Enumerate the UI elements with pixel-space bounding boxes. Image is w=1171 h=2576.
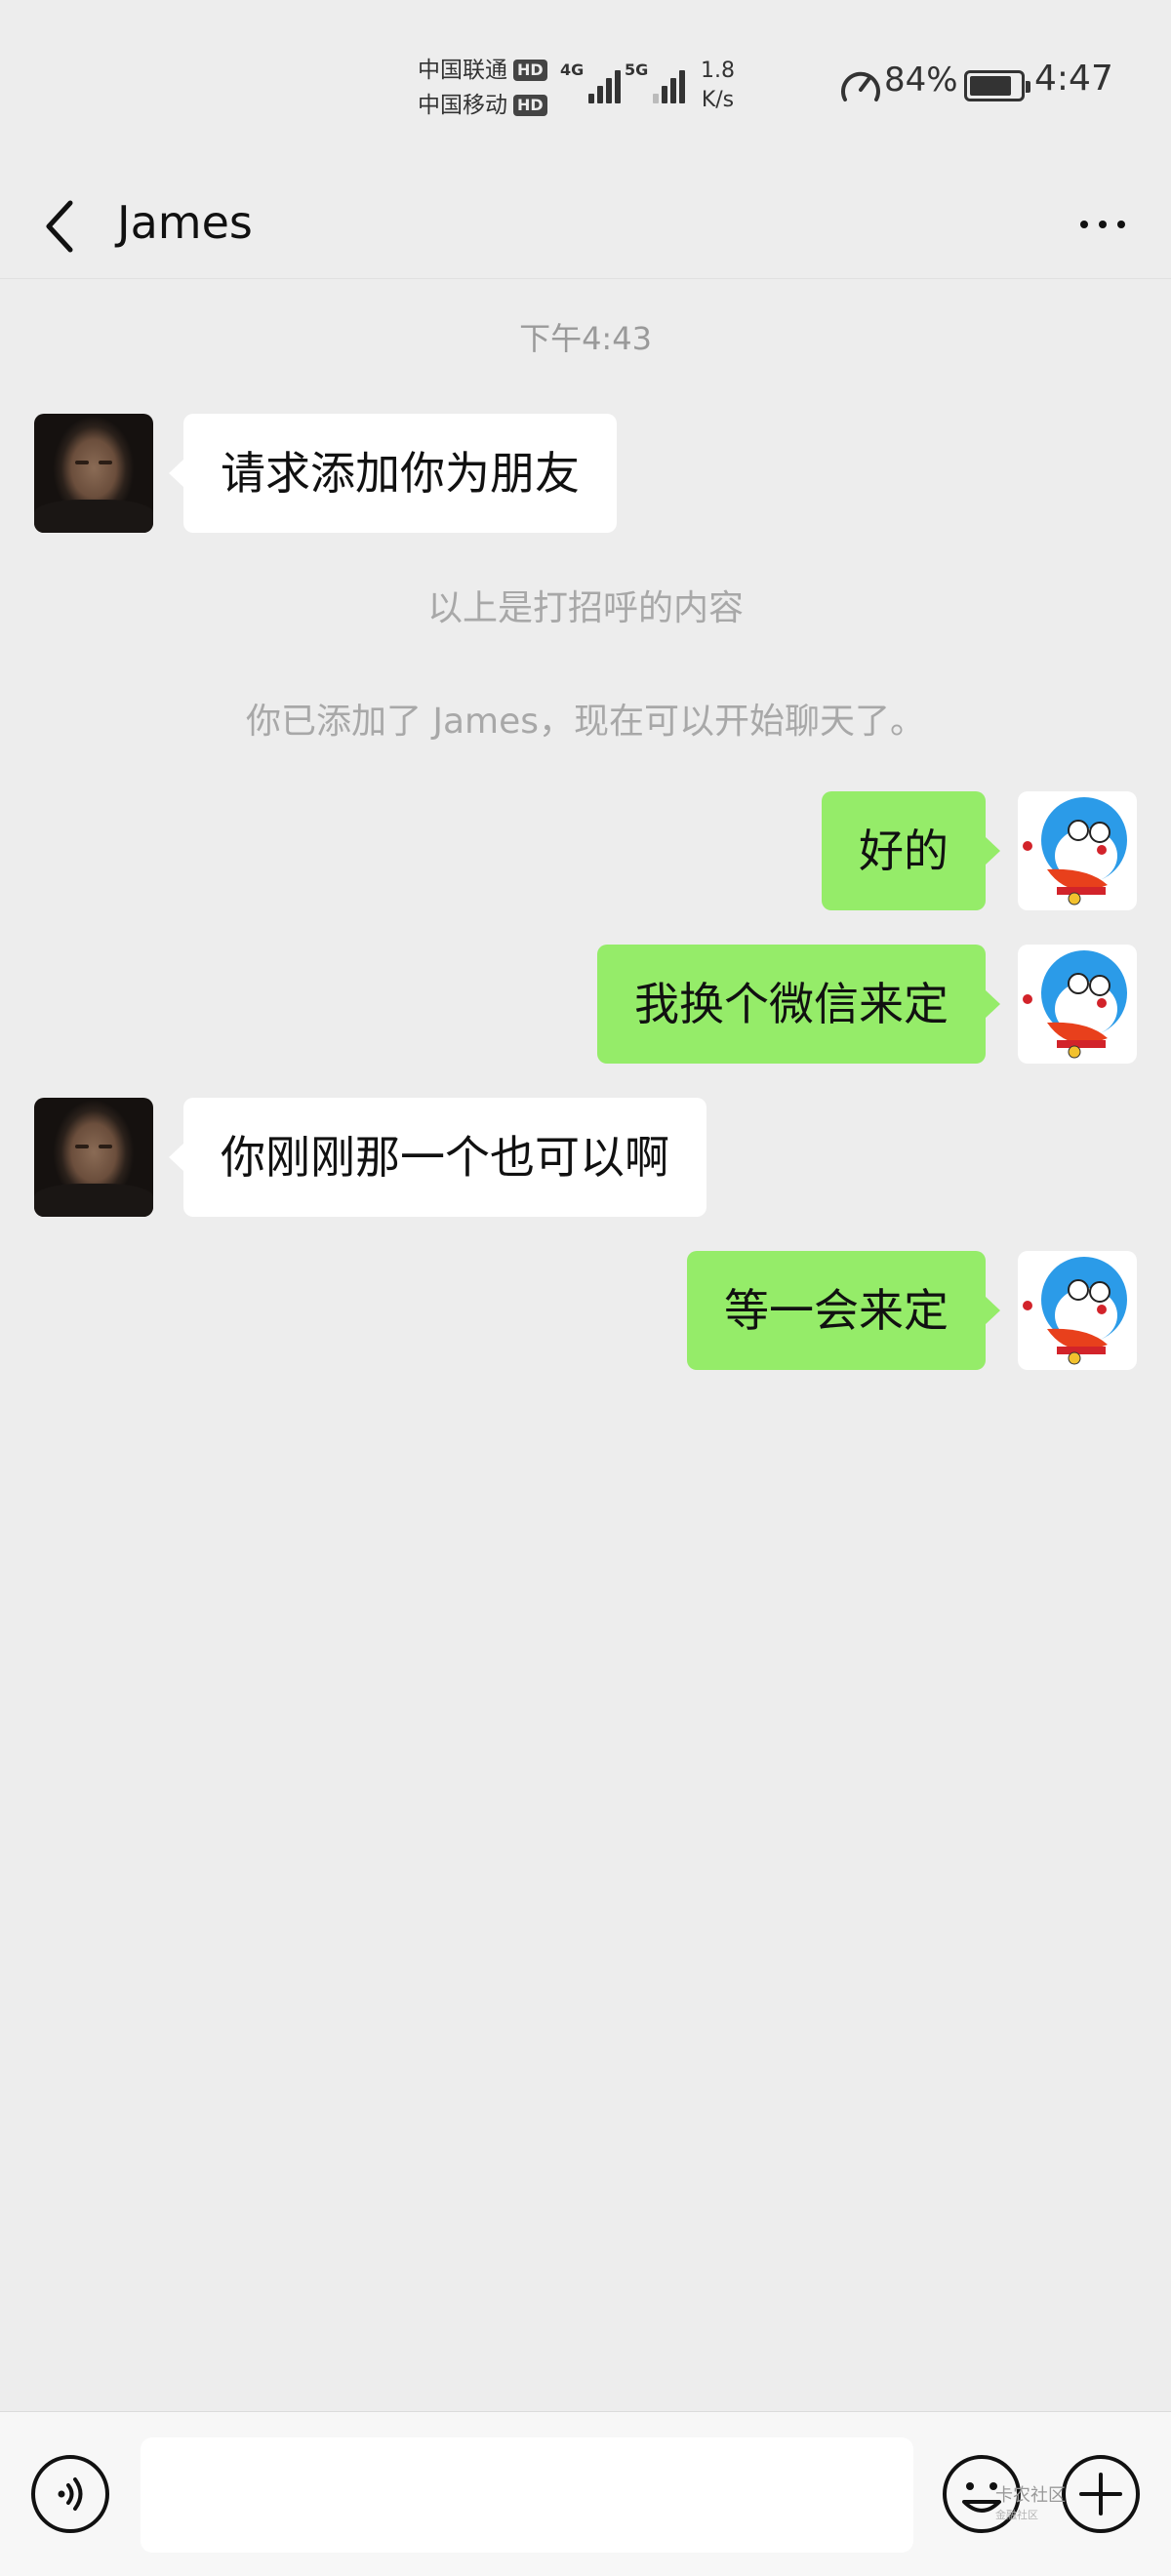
watermark-title: 卡农社区 — [995, 2485, 1066, 2506]
network-speed: 1.8 K/s — [701, 57, 735, 115]
message-row-sent: 好的 — [0, 791, 1171, 910]
plus-icon — [1062, 2455, 1140, 2533]
voice-icon — [31, 2455, 109, 2533]
message-timestamp: 下午4:43 — [519, 320, 652, 357]
battery-icon — [964, 70, 1030, 101]
hd-badge: HD — [513, 95, 547, 116]
message-row-sent: 我换个微信来定 — [0, 945, 1171, 1064]
voice-input-button[interactable] — [29, 2453, 111, 2535]
system-note: 以上是打招呼的内容 — [426, 588, 744, 628]
contact-avatar[interactable] — [34, 1098, 153, 1217]
speedometer-icon — [841, 71, 880, 101]
carrier-info: 中国联通 HD 中国移动 HD — [418, 53, 547, 123]
message-bubble-sent[interactable]: 我换个微信来定 — [597, 945, 1000, 1064]
message-row-received: 你刚刚那一个也可以啊 — [0, 1098, 1171, 1217]
doraemon-avatar-icon — [1023, 797, 1127, 906]
more-dots-icon — [1080, 221, 1088, 228]
message-row-received: 请求添加你为朋友 — [0, 414, 1171, 533]
carrier-name: 中国联通 — [418, 58, 507, 83]
my-avatar[interactable] — [1018, 791, 1137, 910]
chat-title: James — [117, 196, 253, 249]
status-bar: 中国联通 HD 中国移动 HD 4G 5G 1.8 K/s 84% 4:47 — [0, 0, 1171, 166]
network-type-label: 4G — [560, 60, 585, 79]
message-row-sent: 等一会来定 — [0, 1251, 1171, 1370]
message-list[interactable]: 下午4:43 请求添加你为朋友 以上是打招呼的内容 你已添加了 James，现在… — [0, 279, 1171, 2411]
signal-strength-icon: 5G — [625, 60, 686, 103]
system-note: 你已添加了 James，现在可以开始聊天了。 — [245, 702, 926, 742]
message-bubble-received[interactable]: 你刚刚那一个也可以啊 — [169, 1098, 707, 1217]
more-dots-icon — [1099, 221, 1107, 228]
doraemon-avatar-icon — [1023, 1257, 1127, 1365]
chevron-left-icon — [46, 200, 73, 253]
carrier-name: 中国移动 — [418, 93, 507, 118]
watermark: 卡农社区 金融社区 — [995, 2486, 1066, 2525]
network-type-label: 5G — [625, 60, 649, 79]
message-bubble-received[interactable]: 请求添加你为朋友 — [169, 414, 617, 533]
watermark-subtitle: 金融社区 — [995, 2509, 1038, 2521]
network-speed-value: 1.8 — [701, 59, 735, 83]
my-avatar[interactable] — [1018, 1251, 1137, 1370]
back-button[interactable] — [29, 185, 88, 267]
more-functions-button[interactable] — [1060, 2453, 1142, 2535]
my-avatar[interactable] — [1018, 945, 1137, 1064]
status-time: 4:47 — [1034, 59, 1113, 99]
more-dots-icon — [1117, 221, 1125, 228]
message-bubble-sent[interactable]: 等一会来定 — [687, 1251, 1000, 1370]
doraemon-avatar-icon — [1023, 950, 1127, 1059]
carrier-row: 中国联通 HD — [418, 53, 547, 88]
contact-avatar[interactable] — [34, 414, 153, 533]
battery-percent: 84% — [884, 60, 958, 100]
carrier-row: 中国移动 HD — [418, 88, 547, 123]
message-bubble-sent[interactable]: 好的 — [822, 791, 1000, 910]
hd-badge: HD — [513, 60, 547, 81]
chat-header: James — [0, 166, 1171, 279]
more-options-button[interactable] — [1064, 195, 1142, 254]
network-speed-unit: K/s — [701, 88, 735, 112]
battery-fill — [970, 76, 1011, 96]
signal-strength-icon: 4G — [560, 60, 622, 103]
message-input[interactable] — [141, 2437, 913, 2553]
